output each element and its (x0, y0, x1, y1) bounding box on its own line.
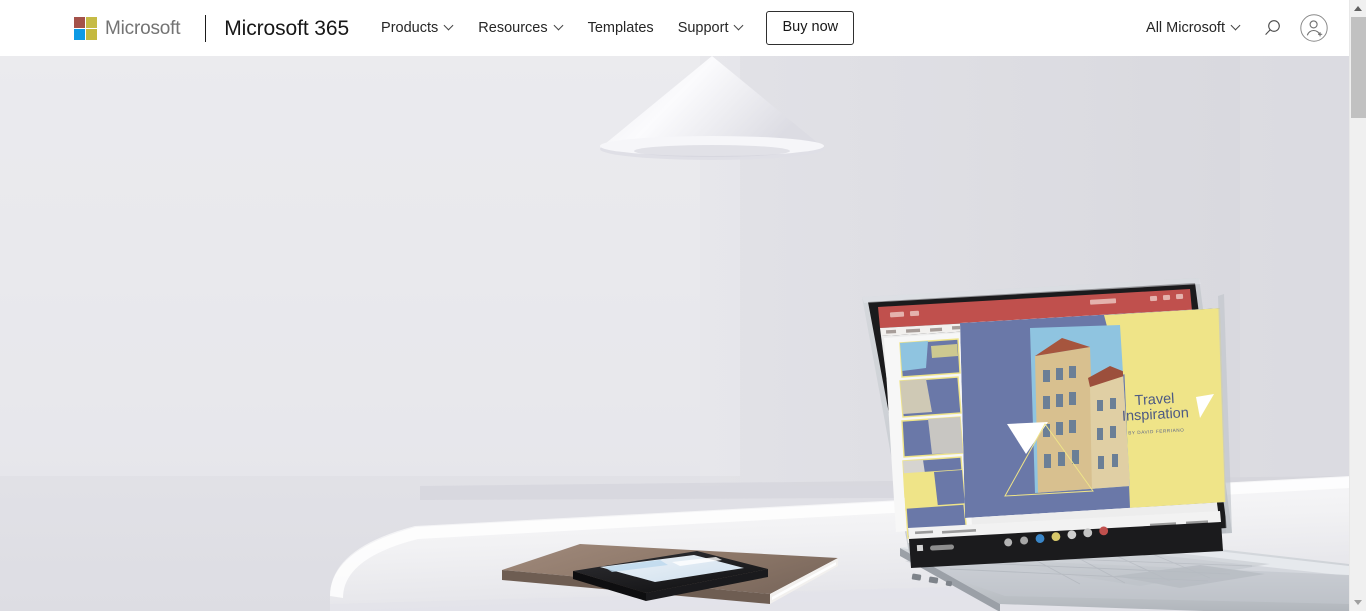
primary-nav: Products Resources Templates Support Buy… (369, 0, 855, 56)
hero-scene: Travel Inspiration BY DAVID FERRIANO (0, 56, 1349, 611)
hero-image: White desk with a Surface Book laptop sh… (0, 56, 1349, 611)
page-root: Microsoft Microsoft 365 Products Resourc… (0, 0, 1366, 611)
page-scrollbar[interactable] (1349, 0, 1366, 611)
microsoft-logo[interactable] (74, 16, 97, 40)
logo-square-red (74, 16, 85, 28)
scroll-thumb[interactable] (1351, 17, 1366, 118)
chevron-down-icon (1232, 22, 1241, 31)
search-icon (1264, 19, 1280, 35)
all-microsoft-menu[interactable]: All Microsoft (1136, 0, 1251, 56)
nav-item-resources[interactable]: Resources (466, 0, 575, 56)
account-sign-in-icon (1300, 14, 1328, 42)
scroll-up-arrow (1354, 6, 1362, 11)
nav-label-templates: Templates (587, 20, 654, 36)
logo-square-olive (86, 28, 97, 40)
nav-label-resources: Resources (478, 20, 548, 36)
account-sign-in-button[interactable] (1293, 6, 1335, 50)
all-microsoft-label: All Microsoft (1146, 20, 1225, 36)
nav-item-products[interactable]: Products (369, 0, 466, 56)
logo-square-yellow (86, 16, 97, 28)
buy-now-button[interactable]: Buy now (766, 11, 855, 45)
scroll-up-button[interactable] (1350, 0, 1366, 17)
nav-label-products: Products (381, 20, 439, 36)
nav-item-support[interactable]: Support (666, 0, 757, 56)
header-utility-group: All Microsoft (1136, 0, 1349, 56)
scroll-down-button[interactable] (1350, 594, 1366, 611)
nav-item-templates[interactable]: Templates (576, 0, 666, 56)
chevron-down-icon (735, 22, 744, 31)
nav-label-support: Support (677, 20, 729, 36)
brand-title-microsoft-365[interactable]: Microsoft 365 (224, 18, 349, 39)
chevron-down-icon (555, 22, 564, 31)
search-button[interactable] (1251, 6, 1293, 50)
scroll-down-arrow (1354, 600, 1362, 605)
chevron-down-icon (445, 22, 454, 31)
header-divider (205, 14, 207, 42)
microsoft-wordmark[interactable]: Microsoft (105, 19, 180, 38)
header-brand-group: Microsoft Microsoft 365 Products Resourc… (0, 0, 855, 56)
logo-square-blue (74, 28, 85, 40)
site-header: Microsoft Microsoft 365 Products Resourc… (0, 0, 1349, 56)
